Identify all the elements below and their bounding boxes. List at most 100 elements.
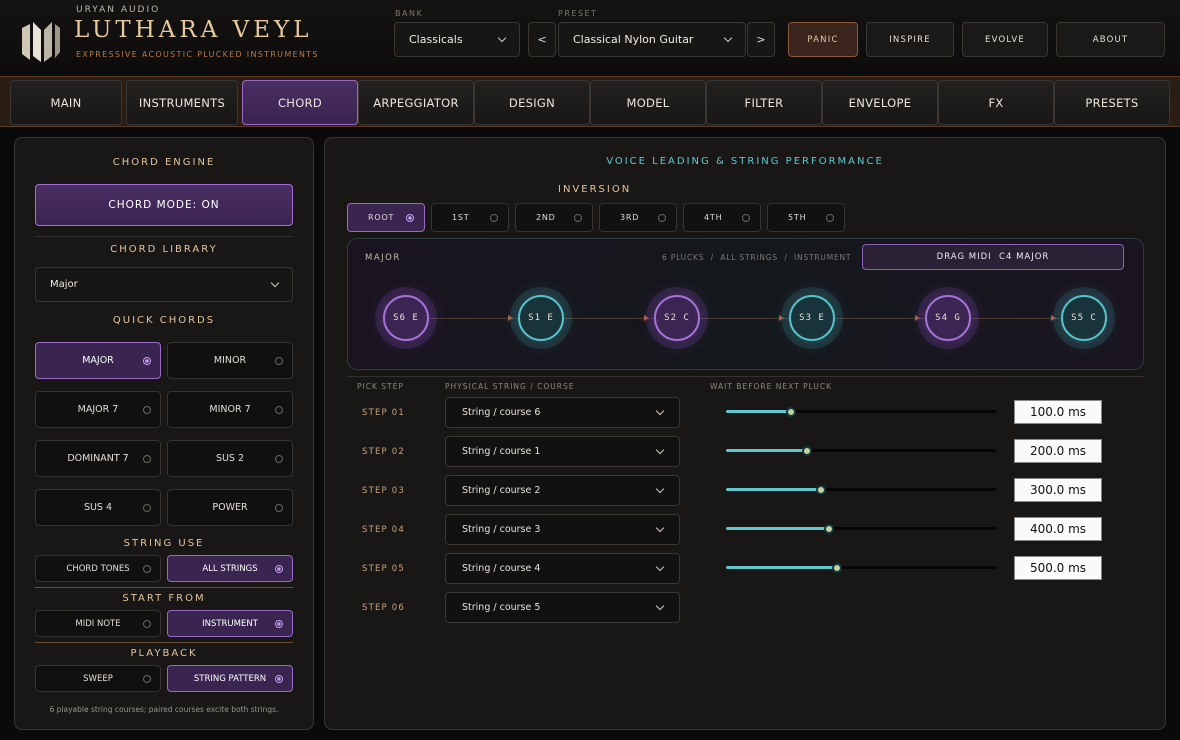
product-name: LUTHARA VEYL (74, 17, 313, 43)
string-node[interactable]: S1 E (518, 295, 564, 341)
divider (35, 642, 293, 643)
string-node[interactable]: S5 C (1061, 295, 1107, 341)
about-button[interactable]: ABOUT (1056, 22, 1165, 57)
wait-value-field[interactable]: 400.0 ms (1014, 517, 1102, 541)
inversion-root[interactable]: ROOT (347, 203, 425, 232)
string-course-value: String / course 2 (462, 485, 541, 496)
string-node[interactable]: S4 G (925, 295, 971, 341)
inversion-2nd[interactable]: 2ND (515, 203, 593, 232)
chord-library-select[interactable]: Major (35, 267, 293, 302)
radio-indicator (143, 674, 151, 683)
quick-chord-label: MAJOR (82, 355, 114, 366)
inversion-title: INVERSION (558, 184, 632, 195)
wait-slider[interactable] (726, 445, 996, 456)
tab-envelope[interactable]: ENVELOPE (822, 80, 938, 125)
quick-chord-sus2[interactable]: SUS 2 (167, 440, 293, 477)
preset-label: PRESET (558, 9, 598, 18)
string-use-chord-tones[interactable]: CHORD TONES (35, 555, 161, 582)
radio-indicator (143, 454, 151, 463)
inversion-label: 2ND (536, 213, 556, 222)
slider-thumb[interactable] (831, 562, 842, 573)
inversion-1st[interactable]: 1ST (431, 203, 509, 232)
slider-fill (726, 410, 791, 413)
quick-chord-major7[interactable]: MAJOR 7 (35, 391, 161, 428)
tab-arpeggiator[interactable]: ARPEGGIATOR (358, 80, 474, 125)
slider-thumb[interactable] (802, 445, 812, 456)
tab-chord[interactable]: CHORD (242, 80, 358, 125)
radio-indicator (275, 356, 283, 365)
wait-slider[interactable] (726, 562, 996, 573)
quick-chord-sus4[interactable]: SUS 4 (35, 489, 161, 526)
quick-chords-title: QUICK CHORDS (112, 315, 216, 326)
slider-thumb[interactable] (815, 484, 826, 495)
next-preset-button[interactable]: > (747, 22, 775, 57)
wait-slider[interactable] (726, 523, 996, 534)
tab-design[interactable]: DESIGN (474, 80, 590, 125)
wait-value-field[interactable]: 300.0 ms (1014, 478, 1102, 502)
quick-chord-minor7[interactable]: MINOR 7 (167, 391, 293, 428)
arrow-right-icon (508, 315, 513, 321)
panic-button[interactable]: PANIC (788, 22, 858, 57)
drag-midi-button[interactable]: DRAG MIDI C4 MAJOR (862, 244, 1124, 270)
evolve-button[interactable]: EVOLVE (962, 22, 1048, 57)
arrow-right-icon (915, 315, 920, 321)
chord-engine-title: CHORD ENGINE (112, 157, 216, 168)
quick-chord-dominant7[interactable]: DOMINANT 7 (35, 440, 161, 477)
start-from-instrument[interactable]: INSTRUMENT (167, 610, 293, 637)
string-course-select[interactable]: String / course 5 (445, 592, 680, 623)
slider-fill (726, 449, 807, 452)
wait-value-field[interactable]: 200.0 ms (1014, 439, 1102, 463)
string-course-value: String / course 4 (462, 563, 541, 574)
slider-thumb[interactable] (823, 523, 834, 534)
string-course-value: String / course 5 (462, 602, 541, 613)
bank-label: BANK (395, 9, 424, 18)
playback-string-pattern[interactable]: STRING PATTERN (167, 665, 293, 692)
slider-thumb[interactable] (785, 406, 796, 417)
wait-value-field[interactable]: 500.0 ms (1014, 556, 1102, 580)
string-course-select[interactable]: String / course 4 (445, 553, 680, 584)
string-course-select[interactable]: String / course 3 (445, 514, 680, 545)
inspire-button[interactable]: INSPIRE (866, 22, 954, 57)
chord-mode-toggle[interactable]: CHORD MODE: ON (35, 184, 293, 226)
quick-chord-label: MAJOR 7 (77, 404, 119, 415)
string-course-value: String / course 1 (462, 446, 541, 457)
string-use-all-strings[interactable]: ALL STRINGS (167, 555, 293, 582)
string-course-select[interactable]: String / course 2 (445, 475, 680, 506)
string-course-select[interactable]: String / course 1 (445, 436, 680, 467)
option-label: SWEEP (83, 673, 113, 684)
tab-presets[interactable]: PRESETS (1054, 80, 1170, 125)
inversion-label: 4TH (704, 213, 723, 222)
string-node[interactable]: S3 E (789, 295, 835, 341)
radio-indicator (275, 619, 283, 628)
inversion-label: 3RD (620, 213, 640, 222)
wait-slider[interactable] (726, 406, 996, 417)
quick-chord-minor[interactable]: MINOR (167, 342, 293, 379)
chevron-down-icon (655, 601, 665, 610)
tab-filter[interactable]: FILTER (706, 80, 822, 125)
tab-instruments[interactable]: INSTRUMENTS (126, 80, 238, 125)
tab-main[interactable]: MAIN (10, 80, 122, 125)
radio-indicator (275, 674, 283, 683)
inversion-5th[interactable]: 5TH (767, 203, 845, 232)
inversion-3rd[interactable]: 3RD (599, 203, 677, 232)
radio-indicator (490, 213, 498, 222)
product-tagline: EXPRESSIVE ACOUSTIC PLUCKED INSTRUMENTS (76, 50, 319, 59)
bank-select[interactable]: Classicals (394, 22, 520, 57)
string-node[interactable]: S6 E (383, 295, 429, 341)
quick-chord-power[interactable]: POWER (167, 489, 293, 526)
inversion-4th[interactable]: 4TH (683, 203, 761, 232)
tab-fx[interactable]: FX (938, 80, 1054, 125)
step-label: STEP 06 (362, 603, 406, 613)
string-node[interactable]: S2 C (654, 295, 700, 341)
wait-slider[interactable] (726, 484, 996, 495)
preset-select[interactable]: Classical Nylon Guitar (558, 22, 746, 57)
chevron-down-icon (270, 278, 280, 287)
wait-value-field[interactable]: 100.0 ms (1014, 400, 1102, 424)
prev-preset-button[interactable]: < (528, 22, 556, 57)
string-course-select[interactable]: String / course 6 (445, 397, 680, 428)
start-from-midi-note[interactable]: MIDI NOTE (35, 610, 161, 637)
playback-sweep[interactable]: SWEEP (35, 665, 161, 692)
quick-chord-major[interactable]: MAJOR (35, 342, 161, 379)
chevron-down-icon (497, 33, 507, 42)
tab-model[interactable]: MODEL (590, 80, 706, 125)
